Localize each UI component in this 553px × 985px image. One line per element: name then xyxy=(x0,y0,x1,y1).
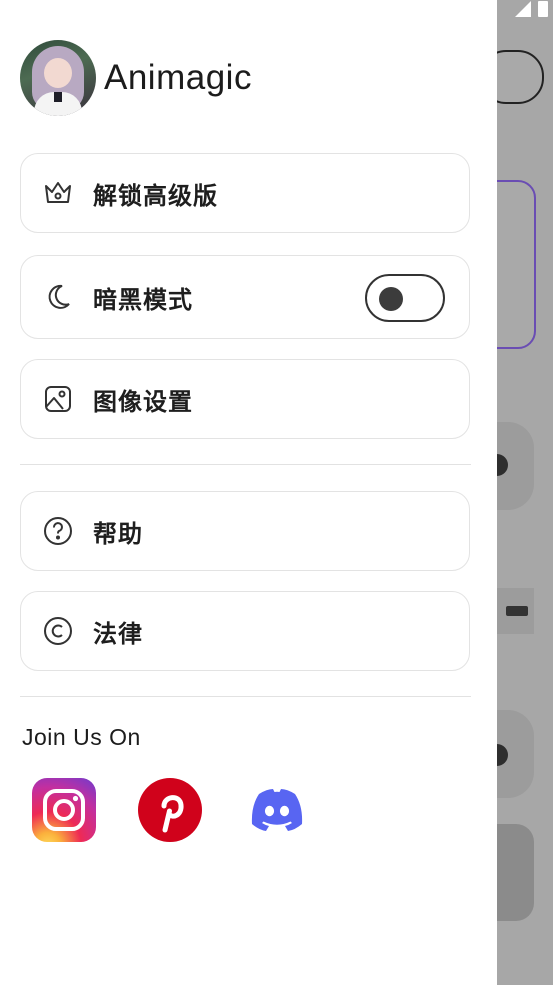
dark-mode-toggle[interactable] xyxy=(365,274,445,322)
help-icon xyxy=(43,516,73,546)
menu-item-help[interactable]: 帮助 xyxy=(20,491,470,571)
menu-item-label: 法律 xyxy=(93,619,143,648)
divider xyxy=(20,464,471,465)
menu-item-image-settings[interactable]: 图像设置 xyxy=(20,359,470,439)
navigation-drawer: Animagic 解锁高级版 暗黑模式 图像设置 帮助 法律 Join Us O… xyxy=(0,0,497,985)
discord-icon[interactable] xyxy=(245,778,309,842)
menu-item-legal[interactable]: 法律 xyxy=(20,591,470,671)
pinterest-icon[interactable] xyxy=(138,778,202,842)
join-us-heading: Join Us On xyxy=(22,724,141,750)
menu-item-label: 帮助 xyxy=(93,519,143,548)
crown-icon xyxy=(43,178,73,208)
menu-item-label: 暗黑模式 xyxy=(93,285,193,314)
avatar[interactable] xyxy=(20,40,96,116)
menu-item-unlock-premium[interactable]: 解锁高级版 xyxy=(20,153,470,233)
background-minus xyxy=(496,588,534,634)
toggle-knob xyxy=(379,287,403,311)
divider xyxy=(20,696,471,697)
signal-icon xyxy=(515,1,531,17)
battery-icon xyxy=(538,1,548,17)
copyright-icon xyxy=(43,616,73,646)
status-bar xyxy=(513,0,549,18)
menu-item-dark-mode[interactable]: 暗黑模式 xyxy=(20,255,470,339)
app-title: Animagic xyxy=(104,58,252,97)
moon-icon xyxy=(43,282,73,312)
image-icon xyxy=(43,384,73,414)
drawer-header: Animagic xyxy=(20,40,252,116)
instagram-icon[interactable] xyxy=(32,778,96,842)
menu-item-label: 图像设置 xyxy=(93,387,193,416)
menu-item-label: 解锁高级版 xyxy=(93,181,218,210)
